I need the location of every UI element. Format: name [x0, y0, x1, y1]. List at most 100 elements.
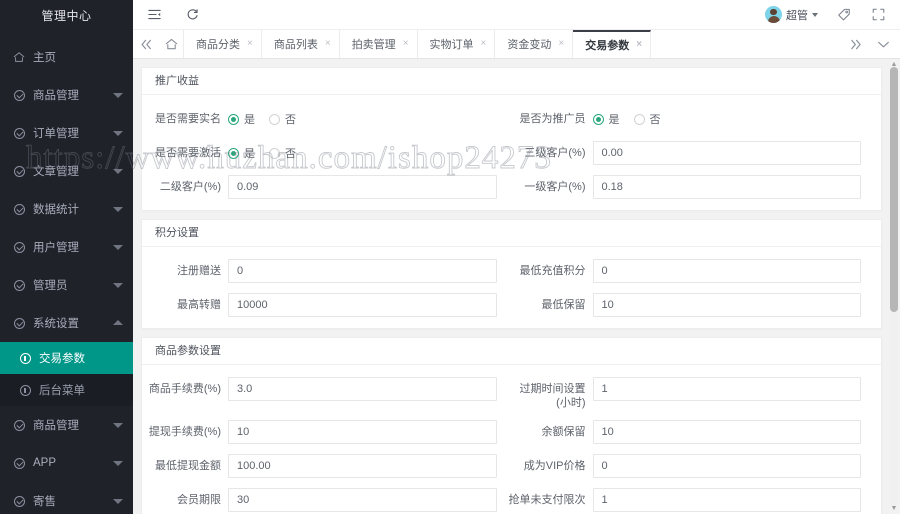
text-input[interactable]	[592, 377, 861, 401]
radio-dot[interactable]	[269, 113, 280, 125]
radio-option[interactable]: 否	[269, 145, 296, 161]
text-input[interactable]	[228, 454, 497, 478]
radio-dot[interactable]	[228, 147, 239, 159]
home-outline-icon[interactable]	[159, 30, 183, 58]
double-chevron-right-icon[interactable]	[848, 37, 862, 51]
scroll-down-arrow[interactable]: ▼	[891, 505, 898, 512]
text-input[interactable]	[228, 293, 497, 317]
home-icon	[12, 50, 26, 64]
chevron-down-icon	[113, 128, 123, 138]
radio-dot[interactable]	[269, 147, 280, 159]
tab-close-icon[interactable]: ×	[325, 39, 331, 49]
sidebar-item-label: 主页	[33, 52, 56, 64]
chevron-down-icon	[812, 12, 818, 17]
field-label: 最低提现金额	[155, 460, 221, 472]
form-field: 余额保留	[507, 415, 872, 449]
text-input[interactable]	[228, 259, 497, 283]
text-input[interactable]	[592, 141, 861, 165]
section-title: 商品参数设置	[142, 338, 881, 365]
scrollbar-thumb[interactable]	[890, 67, 898, 312]
radio-dot[interactable]	[228, 113, 239, 125]
field-label: 三级客户(%)	[524, 147, 586, 159]
field-control: 是否	[228, 107, 507, 131]
sidebar-item-label: 寄售	[33, 496, 56, 508]
radio-option[interactable]: 否	[633, 111, 661, 127]
field-control	[592, 141, 872, 165]
sidebar-item-商品管理[interactable]: 商品管理	[0, 76, 133, 114]
radio-dot[interactable]	[592, 113, 604, 125]
chevron-circle-icon	[12, 88, 26, 102]
radio-option[interactable]: 是	[228, 111, 255, 127]
tab-商品分类[interactable]: 商品分类 ×	[183, 30, 262, 58]
text-input[interactable]	[592, 175, 861, 199]
tab-资金变动[interactable]: 资金变动 ×	[495, 30, 574, 58]
sidebar-item-订单管理[interactable]: 订单管理	[0, 114, 133, 152]
chevron-down-icon	[113, 458, 123, 468]
settings-form: 推广收益是否需要实名是否是否为推广员是否是否需要激活是否三级客户(%)二级客户(…	[141, 67, 892, 514]
fullscreen-icon[interactable]	[870, 7, 886, 23]
tab-label: 商品分类	[196, 39, 240, 51]
tab-交易参数[interactable]: 交易参数 ×	[573, 30, 652, 58]
field-control	[592, 488, 872, 512]
text-input[interactable]	[228, 175, 497, 199]
tab-close-icon[interactable]: ×	[403, 39, 409, 49]
tab-close-icon[interactable]: ×	[481, 39, 487, 49]
tab-商品列表[interactable]: 商品列表 ×	[261, 30, 340, 58]
text-input[interactable]	[228, 420, 497, 444]
chevron-down-icon	[113, 496, 123, 506]
radio-group: 是否	[228, 107, 497, 131]
section-card: 商品参数设置商品手续费(%) 过期时间设置(小时) 提现手续费(%) 余额保留最低提现…	[141, 337, 882, 514]
chevron-circle-icon	[12, 316, 26, 330]
tab-close-icon[interactable]: ×	[636, 40, 642, 50]
section-title: 积分设置	[142, 220, 881, 247]
sidebar-item-主页[interactable]: 主页	[0, 38, 133, 76]
radio-group: 是否	[228, 141, 497, 165]
text-input[interactable]	[592, 488, 861, 512]
tab-拍卖管理[interactable]: 拍卖管理 ×	[339, 30, 418, 58]
sidebar-item-label: 用户管理	[33, 242, 79, 254]
sidebar-item-系统设置[interactable]: 系统设置	[0, 304, 133, 342]
field-label: 是否为推广员	[519, 113, 586, 125]
radio-dot[interactable]	[633, 113, 645, 125]
double-chevron-left-icon[interactable]	[133, 30, 159, 58]
menu-fold-icon[interactable]	[146, 7, 162, 23]
text-input[interactable]	[592, 259, 861, 283]
field-control: 是否	[228, 141, 507, 165]
tab-close-icon[interactable]: ×	[247, 39, 253, 49]
sidebar-subitem-交易参数[interactable]: 交易参数	[0, 342, 133, 374]
sidebar-item-文章管理[interactable]: 文章管理	[0, 152, 133, 190]
field-control: 是否	[592, 107, 872, 131]
sidebar-item-APP[interactable]: APP	[0, 444, 133, 482]
sidebar-subitem-后台菜单[interactable]: 后台菜单	[0, 374, 133, 406]
sidebar-item-label: 系统设置	[33, 318, 79, 330]
user-menu[interactable]: 超管	[765, 6, 818, 23]
sidebar-item-用户管理[interactable]: 用户管理	[0, 228, 133, 266]
section-body: 是否需要实名是否是否为推广员是否是否需要激活是否三级客户(%)二级客户(%)一级…	[142, 95, 881, 210]
sidebar-item-寄售[interactable]: 寄售	[0, 482, 133, 514]
tab-实物订单[interactable]: 实物订单 ×	[417, 30, 496, 58]
tab-label: 交易参数	[585, 40, 630, 52]
sidebar-item-管理员[interactable]: 管理员	[0, 266, 133, 304]
section-card: 积分设置注册赠送 最低充值积分最高转赠 最低保留	[141, 219, 882, 329]
radio-option[interactable]: 是	[592, 111, 620, 127]
text-input[interactable]	[228, 377, 497, 401]
sidebar-item-label: APP	[33, 457, 57, 469]
text-input[interactable]	[228, 488, 497, 512]
tab-close-icon[interactable]: ×	[558, 39, 564, 49]
sidebar-item-label: 后台菜单	[39, 385, 85, 397]
chevron-down-icon[interactable]	[876, 37, 890, 51]
sidebar-item-数据统计[interactable]: 数据统计	[0, 190, 133, 228]
tab-label: 拍卖管理	[351, 39, 396, 51]
sidebar-item-商品管理[interactable]: 商品管理	[0, 406, 133, 444]
sidebar: 管理中心 主页 商品管理 订单管理 文章管理 数据统计 用户管理 管理员 系统设置 交易参数 后台…	[0, 0, 133, 514]
radio-option[interactable]: 否	[269, 111, 296, 127]
vertical-scrollbar[interactable]	[890, 67, 898, 506]
refresh-icon[interactable]	[184, 7, 200, 23]
tag-icon[interactable]	[836, 7, 852, 23]
radio-option[interactable]: 是	[228, 145, 255, 161]
text-input[interactable]	[592, 420, 861, 444]
radio-group: 是否	[592, 107, 862, 131]
text-input[interactable]	[592, 454, 861, 478]
text-input[interactable]	[592, 293, 861, 317]
section-body: 商品手续费(%) 过期时间设置(小时) 提现手续费(%) 余额保留最低提现金额 成为VI…	[142, 365, 881, 514]
